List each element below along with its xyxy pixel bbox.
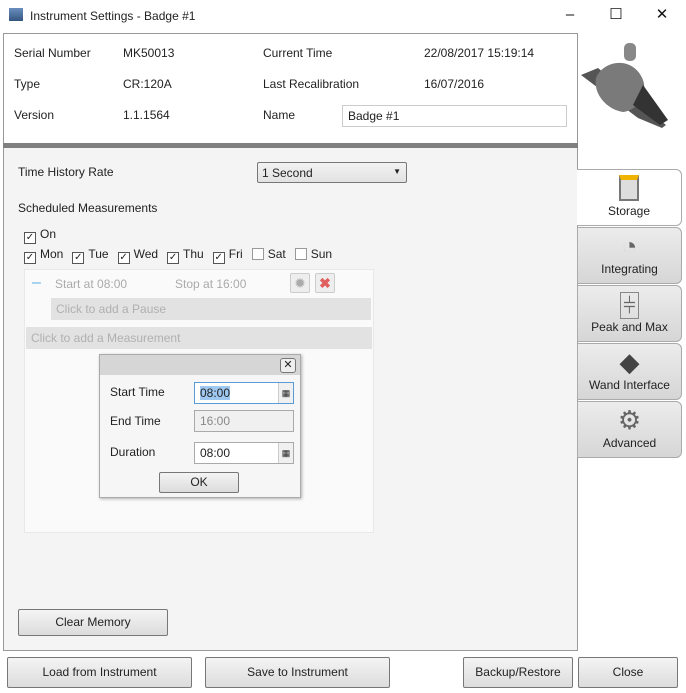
day-checkbox-mon[interactable]: ✓ Mon bbox=[24, 247, 63, 264]
weekday-checkboxes: ✓ Mon ✓ Tue ✓ Wed ✓ Thu ✓ Fri Sat Sun bbox=[24, 247, 332, 264]
dialog-header bbox=[100, 355, 300, 375]
backup-restore-button[interactable]: Backup/Restore bbox=[463, 657, 573, 688]
day-label: Sun bbox=[310, 247, 333, 261]
measurement-stop: Stop at 16:00 bbox=[175, 277, 247, 291]
day-label: Thu bbox=[183, 247, 204, 261]
edit-measurement-gear-icon[interactable]: ✹ bbox=[290, 273, 310, 293]
close-button[interactable]: Close bbox=[578, 657, 678, 688]
day-checkbox-thu[interactable]: ✓ Thu bbox=[167, 247, 204, 264]
dialog-close-icon[interactable]: ✕ bbox=[280, 358, 296, 373]
maximize-button[interactable]: ☐ bbox=[601, 4, 631, 26]
duration-value: 08:00 bbox=[200, 446, 231, 460]
app-icon bbox=[9, 8, 23, 21]
start-time-input[interactable]: 08:00 ▦ bbox=[194, 382, 294, 404]
day-checkbox-tue[interactable]: ✓ Tue bbox=[72, 247, 109, 264]
tab-label: Storage bbox=[607, 204, 651, 218]
tab-peak-and-max[interactable]: ⫩ Peak and Max bbox=[577, 285, 682, 342]
recalibration-value: 16/07/2016 bbox=[424, 77, 485, 91]
day-label: Sat bbox=[267, 247, 286, 261]
tab-advanced[interactable]: ⚙ Advanced bbox=[577, 401, 682, 458]
end-time-label: End Time bbox=[110, 414, 161, 428]
gauge-icon: ◔ bbox=[621, 231, 638, 261]
day-label: Mon bbox=[40, 247, 64, 261]
name-input[interactable]: Badge #1 bbox=[342, 105, 567, 127]
instrument-image bbox=[578, 40, 683, 130]
day-label: Fri bbox=[228, 247, 243, 261]
current-time-label: Current Time bbox=[263, 46, 333, 60]
type-label: Type bbox=[14, 77, 41, 91]
day-checkbox-fri[interactable]: ✓ Fri bbox=[212, 247, 243, 264]
load-from-instrument-button[interactable]: Load from Instrument bbox=[7, 657, 192, 688]
start-time-label: Start Time bbox=[110, 385, 165, 399]
time-history-rate-label: Time History Rate bbox=[18, 165, 114, 179]
day-label: Wed bbox=[133, 247, 159, 261]
checkbox-icon: ✓ bbox=[24, 232, 36, 244]
sliders-icon: ⫩ bbox=[578, 288, 681, 320]
close-window-button[interactable]: ✕ bbox=[647, 4, 677, 26]
time-picker-icon[interactable]: ▦ bbox=[278, 383, 293, 403]
checkbox-icon: ✓ bbox=[117, 252, 130, 264]
start-time-value: 08:00 bbox=[200, 386, 231, 400]
on-checkbox[interactable]: ✓ On bbox=[24, 227, 56, 244]
time-picker-icon[interactable]: ▦ bbox=[278, 443, 293, 463]
measurement-start: Start at 08:00 bbox=[55, 277, 128, 291]
dropdown-arrow-icon: ▼ bbox=[393, 167, 401, 176]
day-checkbox-wed[interactable]: ✓ Wed bbox=[117, 247, 159, 264]
minimize-button[interactable]: – bbox=[555, 4, 585, 26]
delete-measurement-icon[interactable]: ✖ bbox=[315, 273, 335, 293]
selected-rate: 1 Second bbox=[262, 166, 313, 180]
add-pause-button[interactable]: Click to add a Pause bbox=[51, 298, 371, 320]
on-label: On bbox=[40, 227, 57, 241]
name-label: Name bbox=[263, 108, 296, 122]
duration-input[interactable]: 08:00 ▦ bbox=[194, 442, 294, 464]
day-checkbox-sun[interactable]: Sun bbox=[294, 247, 333, 264]
tab-label: Peak and Max bbox=[591, 320, 668, 334]
duration-label: Duration bbox=[110, 445, 156, 459]
current-time-value: 22/08/2017 15:19:14 bbox=[424, 46, 535, 60]
tab-wand-interface[interactable]: ◆ Wand Interface bbox=[577, 343, 682, 400]
time-history-rate-select[interactable]: 1 Second ▼ bbox=[257, 162, 407, 183]
tab-label: Integrating bbox=[601, 262, 658, 276]
end-time-input: 16:00 bbox=[194, 410, 294, 432]
checkbox-icon: ✓ bbox=[24, 252, 36, 264]
tab-label: Wand Interface bbox=[589, 378, 670, 392]
sd-card-icon bbox=[577, 172, 681, 204]
tab-storage[interactable]: Storage bbox=[577, 169, 682, 226]
time-dialog: ✕ Start Time 08:00 ▦ End Time 16:00 Durat… bbox=[99, 354, 301, 498]
version-label: Version bbox=[14, 108, 55, 122]
checkbox-icon bbox=[294, 248, 307, 260]
clear-memory-button[interactable]: Clear Memory bbox=[18, 609, 168, 636]
type-value: CR:120A bbox=[123, 77, 172, 91]
add-measurement-button[interactable]: Click to add a Measurement bbox=[26, 327, 372, 349]
checkbox-icon: ✓ bbox=[167, 252, 180, 264]
checkbox-icon: ✓ bbox=[212, 252, 225, 264]
gear-icon: ⚙ bbox=[617, 405, 642, 435]
ok-button[interactable]: OK bbox=[159, 472, 239, 493]
wand-icon: ◆ bbox=[619, 347, 640, 377]
checkbox-icon: ✓ bbox=[72, 252, 85, 264]
serial-value: MK50013 bbox=[123, 46, 175, 60]
version-value: 1.1.1564 bbox=[123, 108, 170, 122]
tab-label: Advanced bbox=[602, 436, 657, 450]
checkbox-icon bbox=[251, 248, 264, 260]
save-to-instrument-button[interactable]: Save to Instrument bbox=[205, 657, 390, 688]
day-label: Tue bbox=[88, 247, 109, 261]
day-checkbox-sat[interactable]: Sat bbox=[251, 247, 286, 264]
window-title: Instrument Settings - Badge #1 bbox=[30, 9, 196, 23]
tab-integrating[interactable]: ◔ Integrating bbox=[577, 227, 682, 284]
scheduled-measurements-label: Scheduled Measurements bbox=[18, 201, 158, 215]
collapse-icon[interactable]: – bbox=[32, 274, 41, 292]
recalibration-label: Last Recalibration bbox=[263, 77, 360, 91]
serial-label: Serial Number bbox=[14, 46, 91, 60]
